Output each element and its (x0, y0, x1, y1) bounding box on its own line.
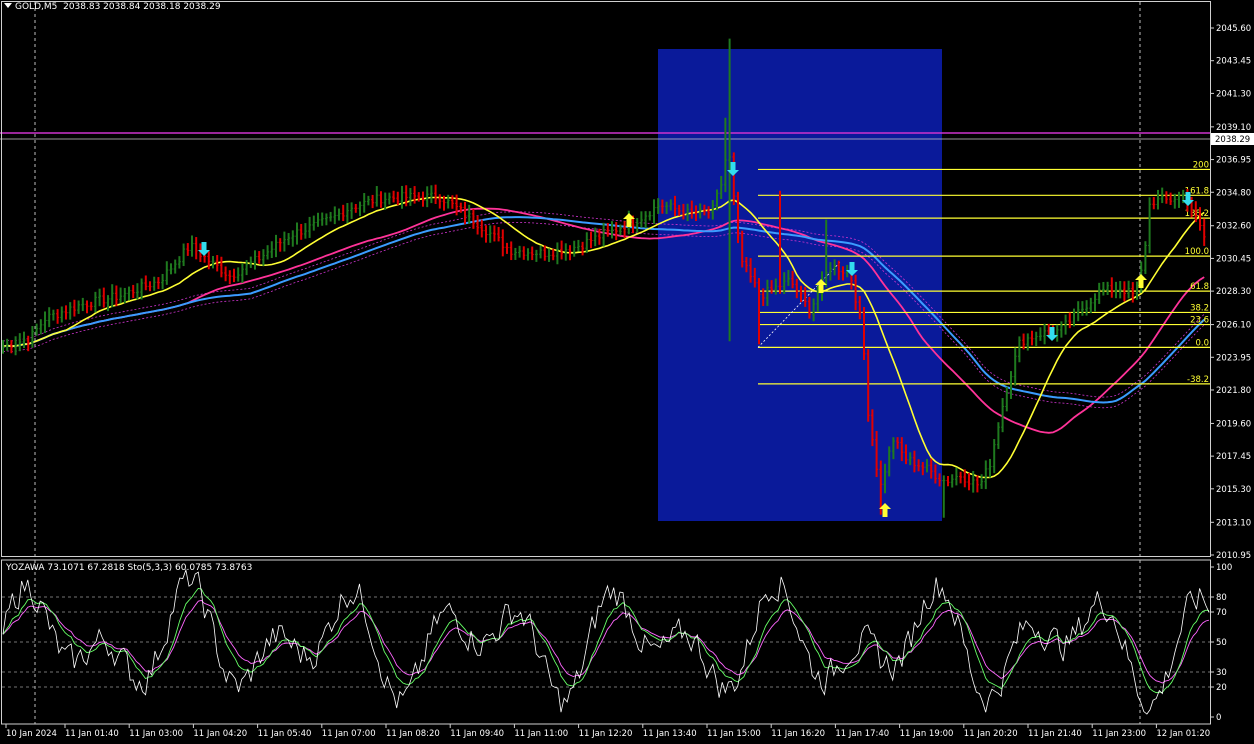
price-tick-label: 2045.60 (1216, 24, 1251, 34)
price-tick-label: 2034.80 (1216, 188, 1251, 198)
time-tick-label: 11 Jan 13:40 (643, 729, 697, 739)
chart-header: GOLD,M5 2038.83 2038.84 2038.18 2038.29 (4, 2, 221, 12)
time-tick-label: 12 Jan 01:20 (1156, 729, 1210, 739)
osc-tick-label: 100 (1216, 563, 1232, 573)
time-tick-label: 11 Jan 23:00 (1092, 729, 1146, 739)
ohlc-readout: 2038.83 2038.84 2038.18 2038.29 (63, 2, 221, 12)
main-pane-border (1, 1, 1211, 557)
osc-tick-label: 20 (1216, 683, 1227, 693)
time-tick-label: 11 Jan 19:00 (900, 729, 954, 739)
price-tick-label: 2041.30 (1216, 89, 1251, 99)
fib-level-label: 61.8 (1190, 282, 1209, 292)
time-tick-label: 11 Jan 03:00 (129, 729, 183, 739)
osc-tick-label: 70 (1216, 608, 1227, 618)
time-tick-label: 11 Jan 15:00 (707, 729, 761, 739)
time-tick-label: 11 Jan 17:40 (835, 729, 889, 739)
analysis-zone (658, 49, 942, 521)
price-tick-label: 2021.80 (1216, 386, 1251, 396)
price-tick-label: 2030.45 (1216, 254, 1251, 264)
price-tick-label: 2013.10 (1216, 518, 1251, 528)
time-tick-label: 10 Jan 2024 (6, 729, 57, 739)
price-tick-label: 2043.45 (1216, 57, 1251, 67)
price-tick-label: 2023.95 (1216, 353, 1251, 363)
osc-tick-label: 50 (1216, 638, 1227, 648)
time-tick-label: 11 Jan 05:40 (258, 729, 312, 739)
time-tick-label: 11 Jan 07:00 (322, 729, 376, 739)
osc-tick-label: 30 (1216, 668, 1227, 678)
time-tick-label: 11 Jan 16:20 (771, 729, 825, 739)
time-tick-label: 11 Jan 20:20 (964, 729, 1018, 739)
time-tick-label: 11 Jan 12:20 (579, 729, 633, 739)
time-tick-label: 11 Jan 09:40 (450, 729, 504, 739)
price-tick-label: 2036.95 (1216, 156, 1251, 166)
fib-level-label: 100.0 (1185, 247, 1209, 257)
osc-tick-label: 0 (1216, 713, 1221, 723)
yozawa-line (2, 587, 1209, 694)
price-tick-label: 2017.45 (1216, 452, 1251, 462)
chart-window[interactable]: 200 161.8 138.2 100.0 61.8 38.2 23.6 0.0 -38.2 2… (0, 0, 1254, 744)
price-tick-label: 2010.95 (1216, 551, 1251, 561)
fib-level-label: 200 (1193, 160, 1209, 170)
price-tick-label: 2032.60 (1216, 222, 1251, 232)
time-tick-label: 11 Jan 04:20 (193, 729, 247, 739)
fib-level-label: -38.2 (1187, 375, 1209, 385)
time-tick-label: 11 Jan 01:40 (65, 729, 119, 739)
symbol-label: GOLD,M5 (15, 2, 58, 12)
indicator-header: YOZAWA 73.1071 67.2818 Sto(5,3,3) 60.078… (6, 563, 253, 573)
time-tick-label: 11 Jan 08:20 (386, 729, 440, 739)
time-tick-label: 11 Jan 21:40 (1028, 729, 1082, 739)
price-tick-label: 2019.60 (1216, 419, 1251, 429)
fib-level-label: 23.6 (1190, 316, 1209, 326)
price-tick-label: 2028.30 (1216, 287, 1251, 297)
price-tick-label: 2015.30 (1216, 485, 1251, 495)
time-tick-label: 11 Jan 11:00 (514, 729, 568, 739)
price-tick-label: 2026.10 (1216, 321, 1251, 331)
price-tick-label: 2039.10 (1216, 123, 1251, 133)
current-price-label: 2038.29 (1215, 135, 1250, 145)
fib-level-label: 38.2 (1190, 303, 1209, 313)
fib-level-label: 0.0 (1195, 338, 1209, 348)
chevron-down-icon[interactable] (4, 3, 12, 8)
osc-tick-label: 80 (1216, 593, 1227, 603)
price-chart[interactable]: 200161.8138.2100.061.838.223.60.0-38.2 2… (0, 0, 1254, 744)
